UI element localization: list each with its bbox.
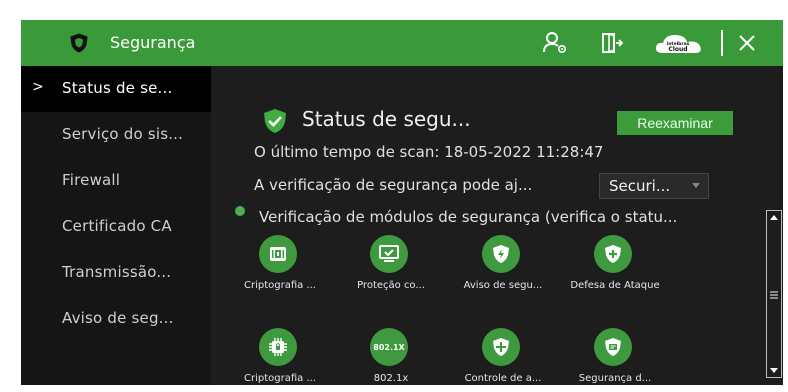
security-window: Segurança intelbras Cloud > Status de se… xyxy=(21,20,783,385)
module-label: Controle de a... xyxy=(464,373,542,384)
encryption-icon xyxy=(270,247,286,261)
select-value: Securi... xyxy=(609,177,671,195)
modules-scrollbar[interactable] xyxy=(766,210,782,378)
assist-text: A verificação de segurança pode aj... xyxy=(254,176,533,194)
sidebar: > Status de se... Serviço do sis... Fire… xyxy=(21,66,211,385)
sidebar-item-label: Firewall xyxy=(62,171,121,189)
attack-defense-icon xyxy=(605,245,621,263)
status-ok-dot xyxy=(235,206,245,216)
rescan-button[interactable]: Reexaminar xyxy=(617,111,733,135)
title-separator xyxy=(721,30,723,56)
module-label: Proteção co... xyxy=(357,280,425,291)
sidebar-item-security-warning[interactable]: Aviso de seg... xyxy=(21,296,211,342)
module-data-security[interactable]: Segurança d... xyxy=(566,328,664,392)
monitor-protection-icon xyxy=(379,245,399,262)
sidebar-item-label: Transmissão... xyxy=(62,263,172,281)
module-security-warning[interactable]: Aviso de segu... xyxy=(454,235,552,299)
cloud-label: Cloud xyxy=(668,46,687,53)
module-access-control[interactable]: Controle de a... xyxy=(454,328,552,392)
sidebar-item-transmission[interactable]: Transmissão... xyxy=(21,250,211,296)
module-label: Aviso de segu... xyxy=(463,280,543,291)
module-label: Segurança d... xyxy=(578,373,652,384)
802-1x-icon: 802.1X xyxy=(370,328,408,366)
sidebar-item-label: Serviço do sis... xyxy=(62,125,184,143)
main-panel: Status de segu... Reexaminar O último te… xyxy=(211,66,783,385)
exit-door-icon[interactable] xyxy=(600,31,624,55)
scroll-down-icon[interactable] xyxy=(767,363,781,377)
sidebar-item-system-service[interactable]: Serviço do sis... xyxy=(21,112,211,158)
data-security-icon xyxy=(605,338,621,356)
access-control-icon xyxy=(493,338,509,356)
sidebar-item-status[interactable]: > Status de se... xyxy=(21,66,211,112)
security-select[interactable]: Securi... xyxy=(599,173,709,199)
module-attack-defense[interactable]: Defesa de Ataque xyxy=(566,235,664,299)
shield-check-icon xyxy=(264,109,286,133)
module-label: Criptografia ... xyxy=(244,280,316,291)
module-chip-encryption[interactable]: Criptografia ... xyxy=(231,328,329,392)
status-title: Status de segu... xyxy=(302,107,471,131)
sidebar-item-firewall[interactable]: Firewall xyxy=(21,158,211,204)
module-encryption[interactable]: Criptografia ... xyxy=(231,235,329,299)
module-label: Criptografia ... xyxy=(244,373,316,384)
802-1x-badge: 802.1X xyxy=(373,342,405,352)
modules-heading: Verificação de módulos de segurança (ver… xyxy=(259,208,678,226)
title-bar: Segurança intelbras Cloud xyxy=(21,20,783,66)
chip-encryption-icon xyxy=(269,338,287,356)
sidebar-item-ca-certificate[interactable]: Certificado CA xyxy=(21,204,211,250)
sidebar-item-label: Aviso de seg... xyxy=(62,309,174,327)
last-scan-time: O último tempo de scan: 18-05-2022 11:28… xyxy=(254,143,604,161)
chevron-right-icon: > xyxy=(32,79,44,95)
module-label: 802.1x xyxy=(373,373,409,384)
sidebar-item-label: Status de se... xyxy=(62,79,173,97)
sidebar-item-label: Certificado CA xyxy=(62,217,172,235)
scroll-thumb[interactable] xyxy=(768,267,780,323)
close-icon[interactable] xyxy=(735,31,759,55)
cloud-icon[interactable]: intelbras Cloud xyxy=(653,31,705,55)
module-protection[interactable]: Proteção co... xyxy=(342,235,440,299)
window-title: Segurança xyxy=(110,33,196,52)
chevron-down-icon xyxy=(692,183,700,188)
user-settings-icon[interactable] xyxy=(542,31,568,55)
scroll-up-icon[interactable] xyxy=(767,211,781,225)
module-label: Defesa de Ataque xyxy=(570,280,660,291)
shield-icon xyxy=(70,33,88,53)
module-8021x[interactable]: 802.1X 802.1x xyxy=(342,328,440,392)
alert-shield-icon xyxy=(493,245,509,263)
